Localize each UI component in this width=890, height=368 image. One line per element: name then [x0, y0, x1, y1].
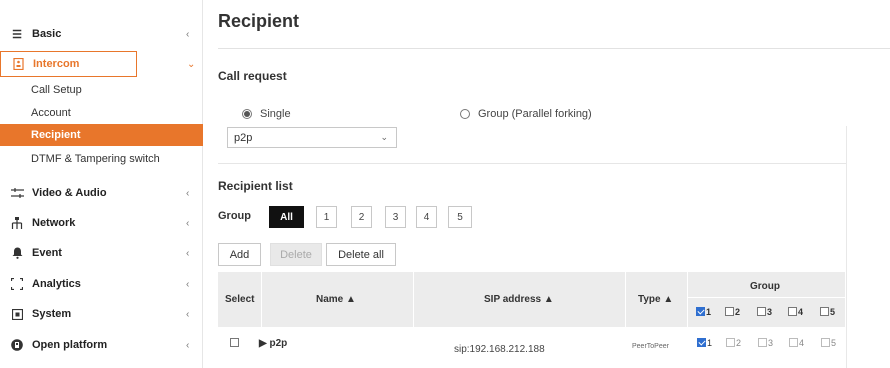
divider	[688, 297, 845, 298]
sidebar-item-video-audio[interactable]: Video & Audio ‹	[0, 180, 203, 206]
main-content: Recipient Call request Single Group (Par…	[203, 0, 890, 368]
row-group-checkbox-2[interactable]	[726, 338, 735, 347]
intercom-icon	[11, 57, 25, 71]
group-filter-2[interactable]: 2	[351, 206, 372, 228]
recipient-select[interactable]: p2p ⌄	[227, 127, 397, 148]
delete-all-button[interactable]: Delete all	[326, 243, 396, 266]
recipient-list-title: Recipient list	[218, 179, 293, 193]
header-group-checkbox-5[interactable]	[820, 307, 829, 316]
sidebar-item-open-platform[interactable]: Open platform ‹	[0, 332, 203, 358]
row-group-checkbox-3[interactable]	[758, 338, 767, 347]
delete-button[interactable]: Delete	[270, 243, 322, 266]
row-group-checkbox-5[interactable]	[821, 338, 830, 347]
divider	[218, 163, 846, 164]
row-name[interactable]: ▶ p2p	[259, 338, 287, 349]
video-audio-icon	[10, 186, 24, 200]
chevron-left-icon: ‹	[186, 247, 190, 259]
call-request-title: Call request	[218, 69, 287, 83]
list-icon: ☰	[12, 28, 22, 41]
row-group-checkbox-4[interactable]	[789, 338, 798, 347]
add-button[interactable]: Add	[218, 243, 261, 266]
sidebar-item-event[interactable]: Event ‹	[0, 240, 203, 266]
chevron-left-icon: ‹	[186, 339, 190, 351]
chevron-down-icon: ⌄	[380, 132, 388, 142]
radio-group-parallel[interactable]: Group (Parallel forking)	[460, 108, 592, 120]
column-header-name[interactable]: Name ▲	[316, 294, 356, 305]
row-sip-address: sip:192.168.212.188	[454, 344, 545, 355]
column-header-select: Select	[225, 294, 255, 305]
analytics-icon	[10, 277, 24, 291]
chevron-left-icon: ‹	[186, 217, 190, 229]
sidebar-subitem-account[interactable]: Account	[0, 102, 203, 124]
sidebar-subitem-recipient[interactable]: Recipient	[0, 124, 203, 146]
header-group-checkbox-2[interactable]	[725, 307, 734, 316]
sidebar-item-network[interactable]: Network ‹	[0, 210, 203, 236]
sidebar-subitem-dtmf[interactable]: DTMF & Tampering switch	[0, 148, 203, 170]
radio-button[interactable]	[460, 109, 470, 119]
header-group-checkbox-3[interactable]	[757, 307, 766, 316]
column-header-group: Group	[750, 281, 780, 292]
chevron-left-icon: ‹	[186, 278, 190, 290]
system-icon	[10, 307, 24, 321]
sidebar-item-analytics[interactable]: Analytics ‹	[0, 271, 203, 297]
group-filter-5[interactable]: 5	[448, 206, 472, 228]
row-type: PeerToPeer	[632, 343, 669, 350]
network-icon	[10, 216, 24, 230]
page-title: Recipient	[218, 11, 300, 31]
header-group-checkbox-1[interactable]	[696, 307, 705, 316]
group-filter-label: Group	[218, 210, 251, 222]
group-filter-all[interactable]: All	[269, 206, 304, 228]
bell-icon	[10, 246, 24, 260]
sidebar-subitem-call-setup[interactable]: Call Setup	[0, 79, 203, 101]
chevron-left-icon: ‹	[186, 187, 190, 199]
header-group-checkbox-4[interactable]	[788, 307, 797, 316]
chevron-left-icon: ‹	[186, 28, 190, 40]
row-select-checkbox[interactable]	[230, 338, 239, 347]
divider	[218, 48, 890, 49]
chevron-down-icon: ⌄	[187, 58, 196, 70]
divider	[846, 126, 847, 368]
radio-button-checked[interactable]	[242, 109, 252, 119]
group-filter-3[interactable]: 3	[385, 206, 406, 228]
group-filter-1[interactable]: 1	[316, 206, 337, 228]
column-header-sip[interactable]: SIP address ▲	[484, 294, 554, 305]
sidebar-item-system[interactable]: System ‹	[0, 301, 203, 327]
row-group-checkbox-1[interactable]	[697, 338, 706, 347]
sidebar-item-basic[interactable]: ☰ Basic ‹	[0, 21, 203, 47]
sidebar-item-intercom[interactable]: Intercom ⌄	[0, 51, 195, 77]
group-filter-4[interactable]: 4	[416, 206, 437, 228]
sidebar: ☰ Basic ‹ Intercom ⌄ Call Setup Account …	[0, 0, 203, 368]
chevron-left-icon: ‹	[186, 308, 190, 320]
column-header-type[interactable]: Type ▲	[638, 294, 673, 305]
radio-single[interactable]: Single	[242, 108, 291, 120]
open-platform-icon	[10, 338, 24, 352]
